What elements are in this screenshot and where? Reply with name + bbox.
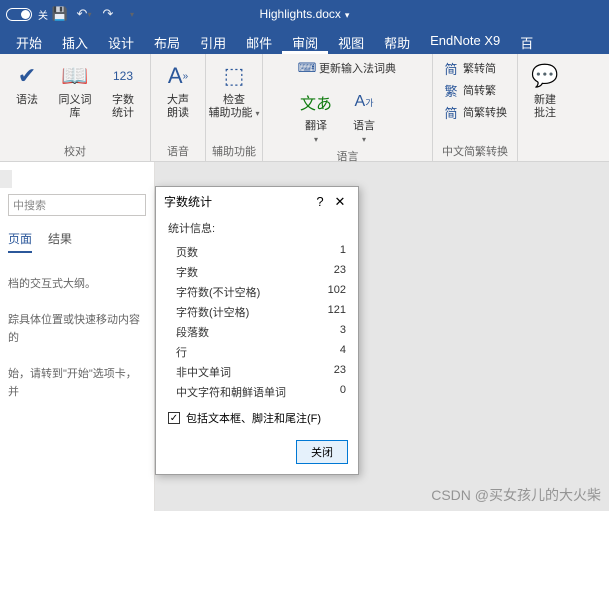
tab-开始[interactable]: 开始 [6,28,52,54]
stat-key: 段落数 [176,324,209,340]
navtab-results[interactable]: 结果 [48,230,72,253]
ribbon-tabs: 开始插入设计布局引用邮件审阅视图帮助EndNote X9百 [0,28,609,54]
dialog-close-icon[interactable]: ✕ [330,194,350,210]
nav-tabs: 页面 结果 [8,230,146,253]
stat-value: 0 [340,384,346,400]
close-button[interactable]: 关闭 [296,440,348,464]
ribbon: ✔语法 📖同义词库 123字数 统计 校对 A»大声 朗读 语音 ⬚检查 辅助功… [0,54,609,162]
tab-EndNote X9[interactable]: EndNote X9 [420,28,510,54]
nav-body-text: 档的交互式大纲。 踪具体位置或快速移动内容的 始，请转到"开始"选项卡，并 [8,275,146,401]
group-language: ⌨更新输入法词典 文あ翻译▾ A가语言▾ 语言 [263,54,433,161]
group-label: 辅助功能 [212,143,256,159]
cmd-readaloud[interactable]: A»大声 朗读 [157,58,199,120]
tab-设计[interactable]: 设计 [98,28,144,54]
document-title: Highlights.docx▾ [260,7,350,21]
cmd-conv-both[interactable]: 简简繁转换 [439,102,511,122]
cmd-translate[interactable]: 文あ翻译▾ [295,84,337,146]
stat-key: 字数 [176,264,198,280]
cmd-wordcount[interactable]: 123字数 统计 [102,58,144,120]
stat-value: 23 [334,264,346,280]
watermark: CSDN @买女孩儿的大火柴 [431,485,601,505]
stat-row: 行4 [168,342,346,362]
ime-icon: ⌨ [299,60,315,76]
group-chinese-conv: 简繁转简 繁简转繁 简简繁转换 中文简繁转换 [433,54,518,161]
cmd-language[interactable]: A가语言▾ [343,84,385,146]
group-label: 中文简繁转换 [442,143,508,159]
checkbox-icon: ✓ [168,412,180,424]
stat-key: 行 [176,344,187,360]
redo-icon[interactable]: ↷ [98,4,118,24]
stat-key: 字符数(不计空格) [176,284,260,300]
grammar-icon: ✔ [11,60,43,92]
group-speech: A»大声 朗读 语音 [151,54,206,161]
thesaurus-icon: 📖 [59,60,91,92]
stat-key: 页数 [176,244,198,260]
stat-value: 3 [340,324,346,340]
tab-百[interactable]: 百 [510,28,543,54]
tab-审阅[interactable]: 审阅 [282,28,328,54]
dialog-help-icon[interactable]: ? [310,194,330,209]
navtab-pages[interactable]: 页面 [8,230,32,253]
stat-row: 字符数(计空格) 121 [168,302,346,322]
group-label: 语音 [167,143,189,159]
dialog-title: 字数统计 [164,193,310,210]
stat-value: 4 [340,344,346,360]
navigation-pane: 中搜索 页面 结果 档的交互式大纲。 踪具体位置或快速移动内容的 始，请转到"开… [0,162,155,511]
nav-search-input[interactable]: 中搜索 [8,194,146,216]
stats-list: 页数1字数23字符数(不计空格)102字符数(计空格)121段落数3行4非中文单… [168,242,346,402]
tab-布局[interactable]: 布局 [144,28,190,54]
cmd-simp-to-trad[interactable]: 繁简转繁 [439,80,500,100]
stat-row: 页数 1 [168,242,346,262]
stat-key: 中文字符和朝鲜语单词 [176,384,286,400]
qat-dropdown-icon[interactable]: ▾ [122,4,142,24]
group-accessibility: ⬚检查 辅助功能 ▾ 辅助功能 [206,54,263,161]
tab-视图[interactable]: 视图 [328,28,374,54]
stat-value: 23 [334,364,346,380]
stat-row: 段落数 3 [168,322,346,342]
readaloud-icon: A» [162,60,194,92]
undo-icon[interactable]: ↶▾ [74,4,94,24]
autosave-label: 关 [38,7,48,22]
stat-key: 字符数(计空格) [176,304,249,320]
conv-icon: 简 [443,104,459,120]
stat-row: 字符数(不计空格) 102 [168,282,346,302]
conv-icon: 简 [443,60,459,76]
include-footnotes-checkbox[interactable]: ✓ 包括文本框、脚注和尾注(F) [168,410,346,426]
tab-引用[interactable]: 引用 [190,28,236,54]
group-proofing: ✔语法 📖同义词库 123字数 统计 校对 [0,54,151,161]
cmd-grammar[interactable]: ✔语法 [6,58,48,107]
save-icon[interactable]: 💾 [50,4,70,24]
stat-row: 非中文单词 23 [168,362,346,382]
stat-value: 102 [328,284,346,300]
wordcount-icon: 123 [107,60,139,92]
conv-icon: 繁 [443,82,459,98]
cmd-new-comment[interactable]: 💬新建 批注 [524,58,566,120]
tab-邮件[interactable]: 邮件 [236,28,282,54]
toggle-switch[interactable] [6,8,32,21]
stat-row: 中文字符和朝鲜语单词 0 [168,382,346,402]
accessibility-icon: ⬚ [218,60,250,92]
stat-key: 非中文单词 [176,364,231,380]
comment-icon: 💬 [529,60,561,92]
cmd-accessibility[interactable]: ⬚检查 辅助功能 ▾ [213,58,255,120]
dialog-titlebar: 字数统计 ? ✕ [156,187,358,216]
dialog-header: 统计信息: [168,220,346,236]
group-label: 校对 [64,143,86,159]
tab-帮助[interactable]: 帮助 [374,28,420,54]
language-icon: A가 [348,86,380,118]
cmd-trad-to-simp[interactable]: 简繁转简 [439,58,500,78]
stat-value: 1 [340,244,346,260]
navpane-header [0,170,12,188]
stat-row: 字数 23 [168,262,346,282]
cmd-ime-update[interactable]: ⌨更新输入法词典 [295,58,400,78]
translate-icon: 文あ [300,86,332,118]
autosave-toggle[interactable]: 关 [6,7,48,22]
wordcount-dialog: 字数统计 ? ✕ 统计信息: 页数 1 字数 23 字符数(不计空格) 102 字符数(计空… [155,186,359,475]
title-bar: 关 💾 ↶▾ ↷ ▾ Highlights.docx▾ [0,0,609,28]
tab-插入[interactable]: 插入 [52,28,98,54]
group-comments: 💬新建 批注 [518,54,572,161]
title-chevron-icon[interactable]: ▾ [345,10,350,20]
cmd-thesaurus[interactable]: 📖同义词库 [54,58,96,120]
stat-value: 121 [328,304,346,320]
